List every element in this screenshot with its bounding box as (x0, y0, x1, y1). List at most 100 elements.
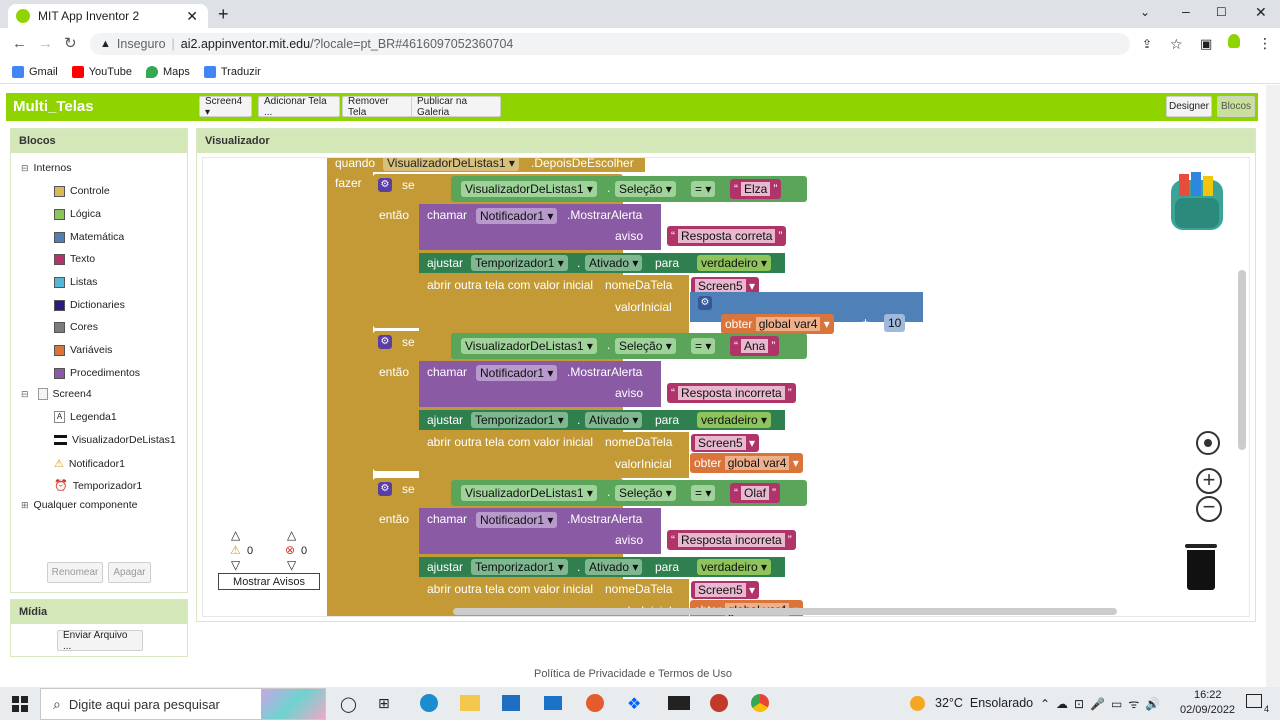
component-visualizador[interactable]: VisualizadorDeListas1 (54, 434, 176, 446)
firefox-icon[interactable] (586, 694, 604, 712)
edge-icon[interactable] (420, 694, 438, 712)
browser-tab[interactable]: MIT App Inventor 2 ✕ (8, 4, 208, 28)
widgets-icon[interactable]: ⊞ (378, 695, 390, 712)
minimize-icon[interactable]: – (1182, 3, 1190, 19)
number-literal[interactable]: 10 (884, 314, 906, 332)
text-literal[interactable]: “ Olaf ” (730, 483, 781, 503)
upload-file-button[interactable]: Enviar Arquivo ... (57, 630, 143, 652)
timer-slot[interactable]: Temporizador1 ▾ (471, 412, 568, 428)
selection-slot[interactable]: Seleção ▾ (615, 181, 676, 197)
mutator-gear-icon[interactable]: ⚙ (378, 178, 392, 192)
menu-icon[interactable]: ⋮ (1258, 35, 1272, 52)
task-view-icon[interactable]: ◯ (340, 695, 357, 713)
windows-start-icon[interactable] (12, 696, 28, 712)
delete-button[interactable]: Apagar (108, 562, 151, 583)
builtin-listas[interactable]: Listas (54, 276, 97, 288)
reload-icon[interactable]: ↻ (64, 34, 77, 52)
builtin-variaveis[interactable]: Variáveis (54, 344, 112, 356)
add-screen-button[interactable]: Adicionar Tela ... (258, 96, 340, 118)
store-icon[interactable] (502, 695, 520, 711)
bookmark-maps[interactable]: Maps (145, 65, 190, 78)
maximize-icon[interactable]: ☐ (1216, 5, 1227, 19)
clock-time[interactable]: 16:22 (1194, 689, 1222, 701)
message-literal[interactable]: “ Resposta incorreta ” (667, 530, 796, 550)
eq-op[interactable]: = ▾ (691, 485, 716, 501)
blocks-workspace[interactable]: quando VisualizadorDeListas1 ▾ .DepoisDe… (202, 157, 1250, 617)
event-block-body[interactable] (327, 158, 373, 617)
enabled-slot[interactable]: Ativado ▾ (585, 255, 643, 271)
publish-gallery-button[interactable]: Publicar na Galeria (411, 96, 501, 118)
tree-screen4[interactable]: ⊟ Screen4 (21, 388, 92, 400)
bookmark-gmail[interactable]: Gmail (12, 65, 58, 78)
warnings-up-icon[interactable]: △ (231, 528, 240, 542)
notifications-icon[interactable] (1246, 694, 1262, 708)
weather-text[interactable]: 32°C Ensolarado (935, 696, 1033, 710)
zoom-in-icon[interactable]: + (1196, 468, 1222, 494)
page-scrollbar[interactable] (1266, 85, 1280, 687)
workspace-vscroll[interactable] (1238, 270, 1246, 450)
notifier-slot[interactable]: Notificador1 ▾ (476, 365, 558, 381)
builtin-logica[interactable]: Lógica (54, 208, 101, 220)
trash-icon[interactable] (1185, 544, 1217, 590)
bookmark-youtube[interactable]: YouTube (71, 65, 132, 78)
close-tab-icon[interactable]: ✕ (186, 8, 198, 25)
blocks-button[interactable]: Blocos (1217, 96, 1255, 117)
screen-select[interactable]: Screen4 ▾ (199, 96, 252, 118)
mutator-gear-icon[interactable]: ⚙ (378, 482, 392, 496)
screen-name-slot[interactable]: Screen5 ▾ (691, 434, 760, 452)
close-window-icon[interactable]: ✕ (1255, 4, 1267, 21)
timer-slot[interactable]: Temporizador1 ▾ (471, 255, 568, 271)
new-tab-icon[interactable]: + (218, 4, 229, 25)
builtin-matematica[interactable]: Matemática (54, 231, 124, 243)
tray-icons[interactable]: ⌃☁⊡🎤▭ᯤ🔊 (1040, 695, 1166, 712)
collapse-icon[interactable]: ⊟ (21, 389, 29, 400)
get-var-block[interactable]: obter global var4 ▾ (721, 314, 834, 334)
taskbar-search[interactable]: ⌕ Digite aqui para pesquisar (40, 688, 326, 720)
notifier-slot[interactable]: Notificador1 ▾ (476, 208, 558, 224)
extension-icon[interactable] (1228, 34, 1240, 48)
warnings-down-icon[interactable]: ▽ (231, 558, 240, 572)
selection-slot[interactable]: Seleção ▾ (615, 338, 676, 354)
screen-name-slot[interactable]: Screen5 ▾ (691, 581, 760, 599)
notifier-slot[interactable]: Notificador1 ▾ (476, 512, 558, 528)
message-literal[interactable]: “ Resposta incorreta ” (667, 383, 796, 403)
forward-icon[interactable]: → (38, 35, 53, 52)
remove-screen-button[interactable]: Remover Tela (342, 96, 413, 118)
errors-down-icon[interactable]: ▽ (287, 558, 296, 572)
clock-date[interactable]: 02/09/2022 (1180, 704, 1235, 716)
selection-slot[interactable]: Seleção ▾ (615, 485, 676, 501)
amazon-icon[interactable] (668, 696, 690, 710)
errors-up-icon[interactable]: △ (287, 528, 296, 542)
chrome-icon[interactable] (751, 694, 769, 712)
back-icon[interactable]: ← (12, 35, 27, 52)
chevron-down-icon[interactable]: ⌄ (1140, 5, 1150, 19)
side-panel-icon[interactable]: ▣ (1200, 36, 1212, 52)
event-component-slot[interactable]: VisualizadorDeListas1 ▾ (383, 158, 519, 171)
enabled-slot[interactable]: Ativado ▾ (585, 559, 643, 575)
list-component-slot[interactable]: VisualizadorDeListas1 ▾ (461, 338, 597, 354)
tree-internos[interactable]: ⊟ Internos (21, 162, 72, 174)
share-icon[interactable]: ⇪ (1142, 37, 1152, 51)
tree-any-component[interactable]: ⊞ Qualquer componente (21, 499, 137, 511)
eq-op[interactable]: = ▾ (691, 338, 716, 354)
true-slot[interactable]: verdadeiro ▾ (697, 255, 772, 271)
text-literal[interactable]: “ Elza ” (730, 179, 782, 199)
bookmark-translate[interactable]: Traduzir (203, 65, 261, 78)
list-component-slot[interactable]: VisualizadorDeListas1 ▾ (461, 181, 597, 197)
message-literal[interactable]: “ Resposta correta ” (667, 226, 787, 246)
dropbox-icon[interactable]: ❖ (627, 694, 641, 714)
designer-button[interactable]: Designer (1166, 96, 1212, 117)
show-warnings-button[interactable]: Mostrar Avisos (218, 573, 320, 590)
expand-icon[interactable]: ⊞ (21, 500, 29, 511)
builtin-dictionaries[interactable]: Dictionaries (54, 299, 125, 311)
enabled-slot[interactable]: Ativado ▾ (585, 412, 643, 428)
workspace-hscroll[interactable] (453, 608, 1117, 615)
add-gear-icon[interactable]: ⚙ (698, 296, 712, 310)
mail-icon[interactable] (544, 696, 562, 710)
component-temporizador1[interactable]: ⏰ Temporizador1 (54, 479, 142, 493)
builtin-cores[interactable]: Cores (54, 321, 98, 333)
timer-slot[interactable]: Temporizador1 ▾ (471, 559, 568, 575)
mutator-gear-icon[interactable]: ⚙ (378, 335, 392, 349)
get-var-block[interactable]: obter global var4 ▾ (690, 453, 803, 473)
eq-op[interactable]: = ▾ (691, 181, 716, 197)
